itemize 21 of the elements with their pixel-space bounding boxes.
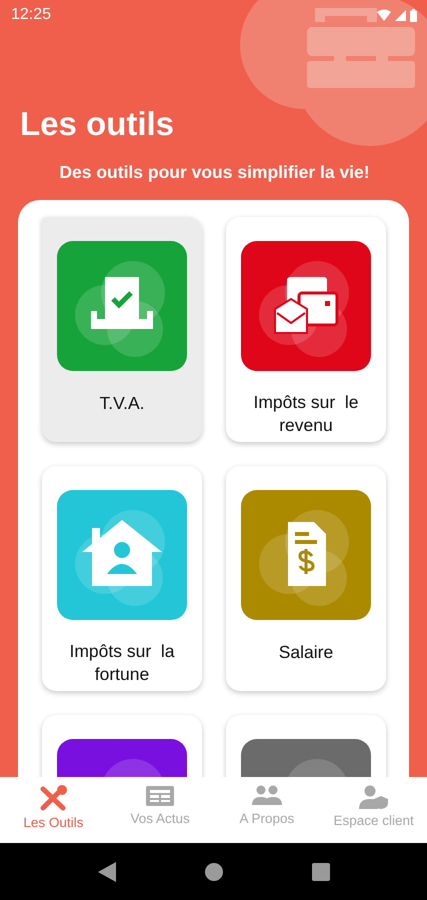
newspaper-icon (145, 785, 176, 807)
signal-icon (395, 10, 406, 20)
status-time: 12:25 (11, 6, 52, 24)
battery-icon (410, 8, 417, 22)
tool-card[interactable]: Impôts sur le revenu (226, 217, 386, 442)
wifi-icon (377, 9, 391, 21)
home-icon[interactable] (204, 862, 224, 882)
recents-icon[interactable] (312, 862, 330, 880)
tool-label: Impôts sur le revenu (252, 391, 360, 437)
tool-card[interactable]: Impôts sur la fortune (42, 466, 202, 691)
back-icon[interactable] (98, 862, 116, 882)
tool-card[interactable]: T.V.A. (42, 217, 202, 442)
tool-card[interactable]: Salaire (226, 466, 386, 691)
tool-label: Salaire (278, 641, 334, 664)
tool-label: Impôts sur la fortune (68, 640, 176, 686)
wrench-screwdriver-icon (38, 785, 68, 811)
people-icon (252, 785, 282, 807)
tool-label: T.V.A. (98, 392, 146, 415)
page-subtitle: Des outils pour vous simplifier la vie! (58, 162, 371, 183)
page-title: Les outils (20, 104, 176, 144)
user-shield-icon (358, 785, 389, 809)
